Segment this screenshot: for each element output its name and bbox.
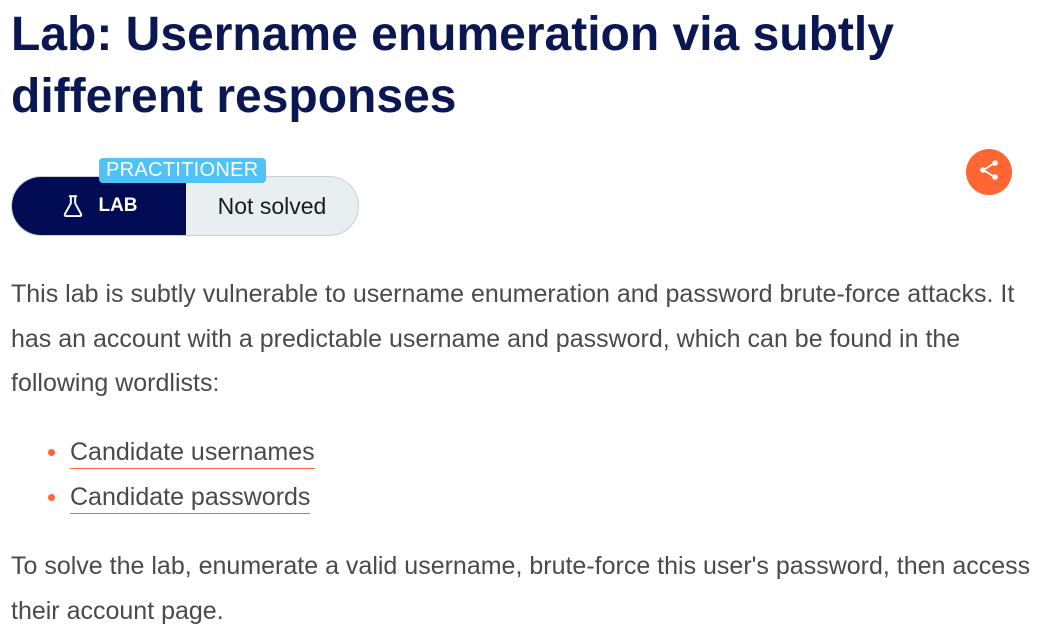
lab-status: Not solved <box>217 192 327 219</box>
lab-description: This lab is subtly vulnerable to usernam… <box>11 280 1015 397</box>
wordlist-links: Candidate usernames Candidate passwords <box>45 430 315 520</box>
list-item: Candidate passwords <box>45 475 315 520</box>
lab-label-section: LAB <box>12 177 186 235</box>
candidate-usernames-link[interactable]: Candidate usernames <box>70 438 315 469</box>
bullet <box>48 494 55 501</box>
lab-instructions: To solve the lab, enumerate a valid user… <box>11 552 1031 625</box>
flask-icon <box>60 193 86 219</box>
share-icon <box>977 158 1001 187</box>
share-button[interactable] <box>966 149 1012 195</box>
difficulty-badge: PRACTITIONER <box>99 158 266 183</box>
lab-label: LAB <box>98 195 138 216</box>
lab-status-pill: LAB Not solved <box>11 176 359 236</box>
lab-status-widget: LAB Not solved PRACTITIONER <box>11 158 359 236</box>
lab-page: Lab: Username enumeration via subtly dif… <box>0 0 1052 643</box>
list-item: Candidate usernames <box>45 430 315 475</box>
candidate-passwords-link[interactable]: Candidate passwords <box>70 483 311 514</box>
bullet <box>48 449 55 456</box>
page-title: Lab: Username enumeration via subtly dif… <box>11 8 894 123</box>
